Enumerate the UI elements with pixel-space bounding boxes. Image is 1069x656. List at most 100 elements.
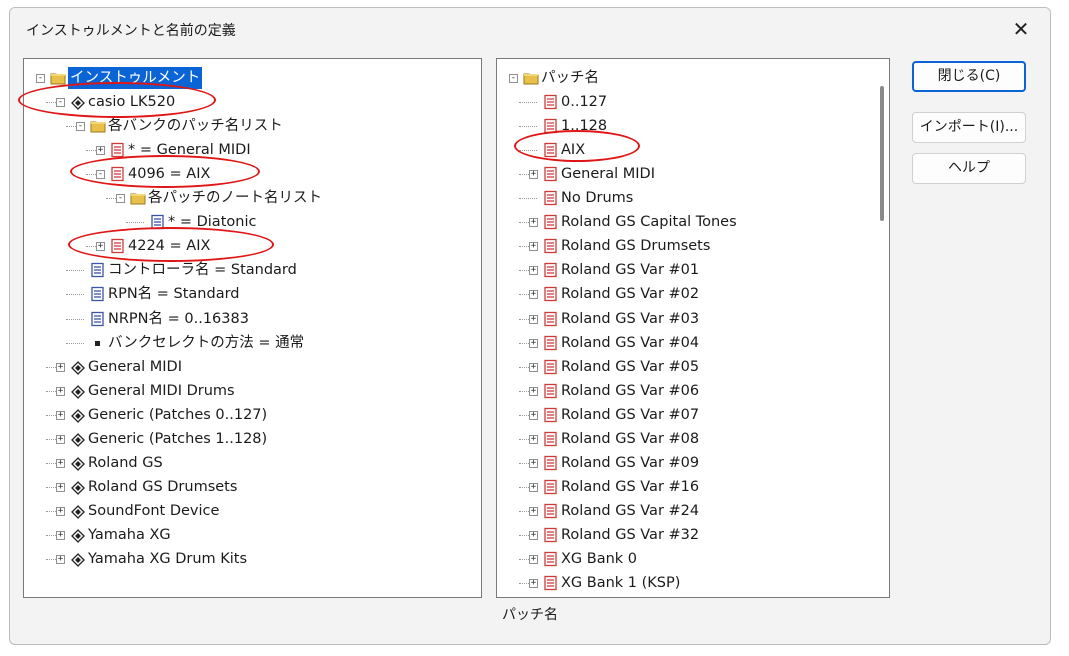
help-button[interactable]: ヘルプ [912,153,1026,184]
patch-tree-item[interactable]: No Drums [497,187,869,209]
collapse-icon[interactable]: - [509,74,518,83]
import-button[interactable]: インポート(I)... [912,112,1026,143]
tree-item-label: 4096 = AIX [128,166,211,183]
patch-tree-item[interactable]: + Roland GS Var #05 [497,356,869,378]
expand-icon[interactable]: + [529,170,538,180]
instrument-tree-item[interactable]: + Generic (Patches 0..127) [24,404,479,426]
patch-tree-item[interactable]: + Roland GS Var #24 [497,500,869,522]
patch-list-icon [543,311,559,327]
expand-icon[interactable]: + [529,290,538,300]
tree-item-label: インストゥルメント [68,67,203,89]
instrument-tree-item[interactable]: コントローラ名 = Standard [24,259,479,281]
patch-list-icon [543,431,559,447]
expand-icon[interactable]: + [529,266,538,276]
expand-icon[interactable]: + [56,386,65,396]
expand-icon[interactable]: + [96,242,105,252]
expand-icon[interactable]: + [56,530,65,540]
expand-icon[interactable]: + [529,482,538,492]
instrument-tree-item[interactable]: - インストゥルメント [24,67,479,89]
tree-item-label: Roland GS Var #24 [561,502,700,519]
patch-tree-item[interactable]: + Roland GS Var #03 [497,308,869,330]
expand-icon[interactable]: + [56,362,65,372]
expand-icon[interactable]: + [529,218,538,228]
instrument-tree-item[interactable]: + Yamaha XG Drum Kits [24,548,479,570]
instrument-tree-item[interactable]: + General MIDI Drums [24,380,479,402]
collapse-icon[interactable]: - [76,122,85,132]
patch-tree-item[interactable]: + Roland GS Var #06 [497,380,869,402]
patch-name-tree[interactable]: - パッチ名 0..127 1..128 AIX + General MIDI No Drum… [496,58,890,598]
collapse-icon[interactable]: - [36,74,45,83]
tree-item-label: casio LK520 [88,94,176,111]
collapse-icon[interactable]: - [96,170,105,180]
close-window-icon[interactable]: ✕ [1004,16,1038,44]
expand-icon[interactable]: + [529,530,538,540]
tree-item-label: XG Bank 0 [561,551,638,567]
instrument-tree-item[interactable]: バンクセレクトの方法 = 通常 [24,332,479,354]
expand-icon[interactable]: + [529,386,538,396]
controller-icon [90,286,106,302]
patch-tree-item[interactable]: + Roland GS Var #07 [497,404,869,426]
patch-tree-item[interactable]: + Roland GS Var #01 [497,259,869,281]
instrument-tree-item[interactable]: + Roland GS Drumsets [24,476,479,498]
expand-icon[interactable]: + [56,458,65,468]
patch-tree-item[interactable]: + Roland GS Capital Tones [497,211,869,233]
instrument-tree-item[interactable]: NRPN名 = 0..16383 [24,308,479,330]
expand-icon[interactable]: + [56,482,65,492]
expand-icon[interactable]: + [529,338,538,348]
patch-tree-item[interactable]: + Roland GS Var #32 [497,524,869,546]
instrument-tree-item[interactable]: + * = General MIDI [24,139,479,161]
patch-tree-item[interactable]: + XG Bank 0 [497,548,869,570]
instrument-tree-item[interactable]: RPN名 = Standard [24,283,479,305]
instrument-tree-item[interactable]: - 各バンクのパッチ名リスト [24,115,479,137]
expand-icon[interactable]: + [96,146,105,156]
instrument-tree-item[interactable]: - 各パッチのノート名リスト [24,187,479,209]
patch-tree-item[interactable]: + Roland GS Var #04 [497,332,869,354]
patch-tree-item[interactable]: + Roland GS Var #02 [497,283,869,305]
expand-icon[interactable]: + [529,506,538,516]
patch-tree-item[interactable]: 0..127 [497,91,869,113]
instrument-tree[interactable]: - インストゥルメント - casio LK520- 各バンクのパッチ名リスト + * = … [23,58,482,598]
expand-icon[interactable]: + [56,555,65,564]
instrument-tree-item[interactable]: + SoundFont Device [24,500,479,522]
instrument-icon [70,94,86,110]
expand-icon[interactable]: + [56,410,65,420]
collapse-icon[interactable]: - [56,98,65,108]
patch-tree-item[interactable]: + Roland GS Var #08 [497,428,869,450]
tree-item-label: Roland GS Var #05 [561,358,700,375]
expand-icon[interactable]: + [56,434,65,444]
expand-icon[interactable]: + [529,314,538,324]
patch-tree-scrollbar[interactable] [872,59,889,597]
instrument-tree-item[interactable]: + Yamaha XG [24,524,479,546]
patch-tree-item[interactable]: + General MIDI [497,163,869,185]
patch-tree-item[interactable]: + Roland GS Drumsets [497,235,869,257]
patch-tree-item[interactable]: + Roland GS Var #16 [497,476,869,498]
instrument-tree-item[interactable]: - 4096 = AIX [24,163,479,185]
instrument-tree-item[interactable]: + Generic (Patches 1..128) [24,428,479,450]
tree-connector [519,150,537,152]
instrument-tree-item[interactable]: * = Diatonic [24,211,479,233]
expand-icon[interactable]: + [56,506,65,516]
instrument-icon [70,503,86,519]
close-button[interactable]: 閉じる(C) [912,61,1026,92]
expand-icon[interactable]: + [529,362,538,372]
instrument-tree-item[interactable]: + General MIDI [24,356,479,378]
expand-icon[interactable]: + [529,458,538,468]
patch-tree-item[interactable]: + Roland GS Var #09 [497,452,869,474]
instrument-tree-item[interactable]: - casio LK520 [24,91,479,113]
expand-icon[interactable]: + [529,410,538,420]
collapse-icon[interactable]: - [116,194,125,204]
scrollbar-thumb[interactable] [880,86,884,221]
tree-connector [519,198,537,200]
patch-tree-item[interactable]: AIX [497,139,869,161]
instrument-tree-item[interactable]: + Roland GS [24,452,479,474]
expand-icon[interactable]: + [529,579,538,589]
patch-tree-item[interactable]: + XG Bank 1 (KSP) [497,572,869,594]
expand-icon[interactable]: + [529,434,538,444]
instrument-tree-item[interactable]: +4224 = AIX [24,235,479,257]
patch-tree-item[interactable]: 1..128 [497,115,869,137]
tree-item-label: Yamaha XG Drum Kits [88,551,248,567]
tree-item-label: General MIDI Drums [88,382,235,399]
expand-icon[interactable]: + [529,242,538,252]
patch-tree-item[interactable]: - パッチ名 [497,67,869,89]
expand-icon[interactable]: + [529,555,538,564]
